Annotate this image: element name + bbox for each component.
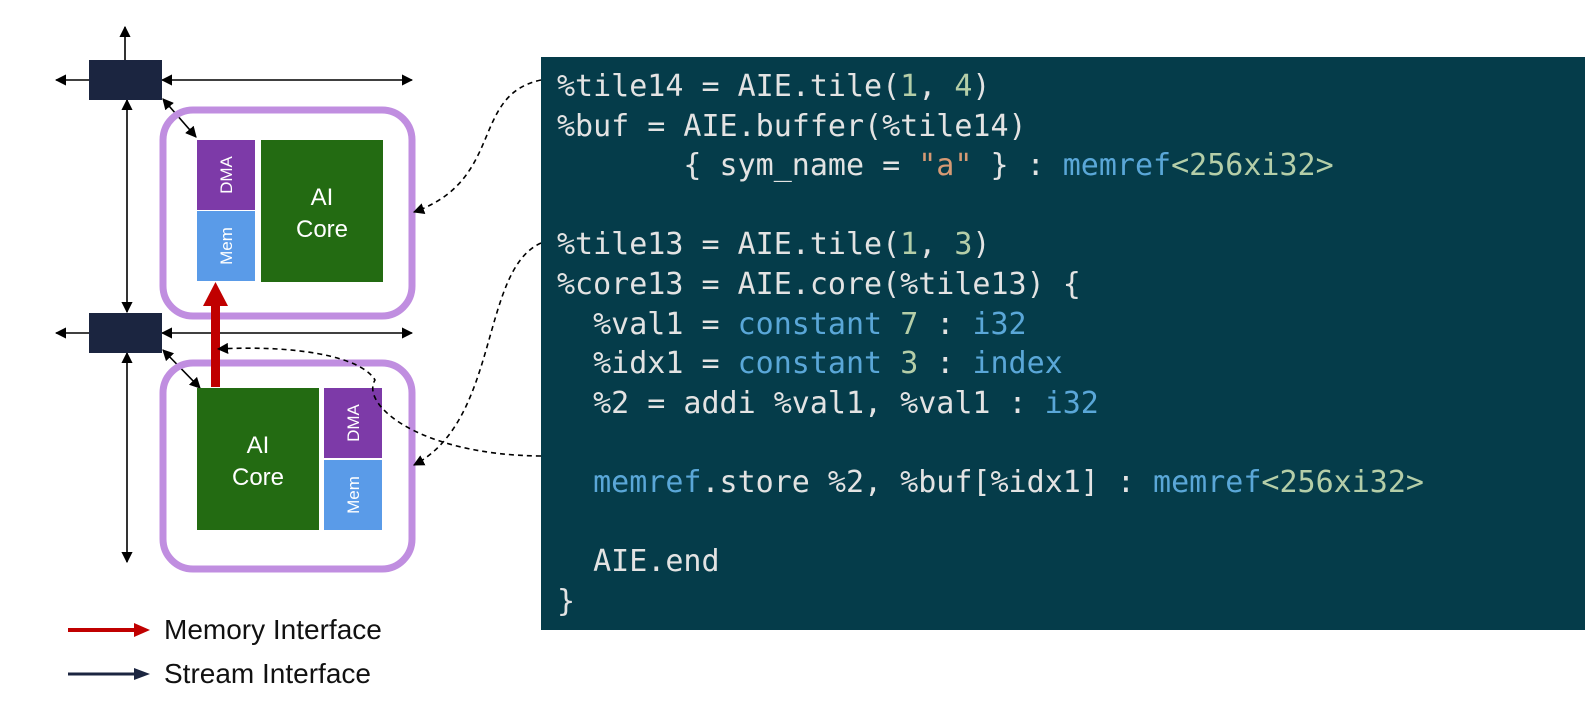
tile-bottom: AI Core DMA Mem	[159, 359, 416, 573]
tile-top-mem-label: Mem	[217, 227, 236, 265]
legend-memory-interface-label: Memory Interface	[164, 614, 382, 645]
legend-stream-interface: Stream Interface	[68, 658, 371, 690]
legend-stream-interface-label: Stream Interface	[164, 658, 371, 689]
code-line: %core13 = AIE.core(%tile13) {	[557, 265, 1585, 305]
tile-bottom-core-label-line1: AI	[247, 432, 270, 459]
code-token: constant	[737, 346, 883, 382]
code-panel: %tile14 = AIE.tile(1, 4) %buf = AIE.buffe…	[541, 57, 1585, 630]
code-token: ,	[918, 69, 955, 104]
tile-bottom-core	[197, 388, 319, 530]
code-token: } :	[972, 148, 1063, 184]
code-line: %2 = addi %val1, %val1 : i32	[557, 384, 1585, 424]
code-token: )	[972, 69, 991, 104]
code-token: }	[557, 583, 576, 619]
code-token: 4	[954, 69, 973, 104]
tile-top-dma-label: DMA	[217, 155, 236, 193]
code-token: %tile14 = AIE.tile(	[557, 69, 901, 104]
tile-top-core	[261, 140, 383, 282]
memory-interface-arrow	[203, 282, 228, 387]
code-line: %tile14 = AIE.tile(1, 4)	[557, 67, 1585, 107]
code-line: %tile13 = AIE.tile(1, 3)	[557, 225, 1585, 265]
tile-bottom-mem-label: Mem	[344, 476, 363, 514]
code-token: 7	[900, 306, 919, 342]
code-token: 3	[954, 227, 973, 263]
tile-top: DMA Mem AI Core	[159, 106, 416, 320]
code-line: }	[557, 582, 1585, 622]
code-line: AIE.end	[557, 542, 1585, 582]
code-token: memref	[1062, 148, 1172, 184]
code-line: %buf = AIE.buffer(%tile14)	[557, 107, 1585, 147]
code-token: { sym_name =	[557, 148, 919, 184]
tile-bottom-dma-label: DMA	[344, 403, 363, 441]
code-token: 1	[900, 69, 919, 104]
code-token: :	[918, 306, 973, 342]
code-token: %tile13 = AIE.tile(	[557, 227, 901, 263]
code-token: %2 = addi %val1, %val1 :	[557, 385, 1045, 421]
stream-switch-bottom	[89, 313, 162, 353]
navy-arrow-icon	[68, 668, 150, 680]
code-line: { sym_name = "a" } : memref<256xi32>	[557, 146, 1585, 186]
code-token: 3	[900, 346, 919, 382]
code-token: constant	[737, 306, 883, 342]
legend-memory-interface: Memory Interface	[68, 614, 382, 646]
code-token: 1	[900, 227, 919, 263]
code-token: <256xi32>	[1171, 148, 1334, 184]
code-token: %val1 =	[557, 306, 738, 342]
code-token: memref	[1153, 464, 1262, 500]
tile-top-core-label-line1: AI	[311, 184, 334, 211]
code-token: )	[972, 227, 991, 263]
code-token: :	[918, 346, 973, 382]
code-line: %idx1 = constant 3 : index	[557, 344, 1585, 384]
code-token: %buf = AIE.buffer(%tile14)	[557, 108, 1027, 144]
code-token: i32	[972, 306, 1027, 342]
code-line: %val1 = constant 7 : i32	[557, 305, 1585, 345]
aie-tile-diagram: DMA Mem AI Core AI Core DMA Mem	[54, 25, 542, 573]
code-token: index	[972, 346, 1063, 382]
code-token: i32	[1044, 385, 1099, 421]
tile-top-core-label-line2: Core	[296, 216, 348, 243]
code-token: ,	[918, 227, 955, 263]
code-line: memref.store %2, %buf[%idx1] : memref<25…	[557, 463, 1585, 503]
red-arrow-icon	[68, 623, 150, 637]
code-token: %core13 = AIE.core(%tile13) {	[557, 266, 1081, 302]
code-token: "a"	[918, 148, 973, 184]
code-token: <256xi32>	[1261, 464, 1424, 500]
code-token: AIE.end	[557, 544, 720, 580]
stream-switch-top	[89, 60, 162, 100]
code-token: memref	[593, 464, 702, 500]
code-token: .store %2, %buf[%idx1] :	[701, 464, 1154, 500]
tile-bottom-core-label-line2: Core	[232, 464, 284, 491]
code-token: %idx1 =	[557, 346, 738, 382]
